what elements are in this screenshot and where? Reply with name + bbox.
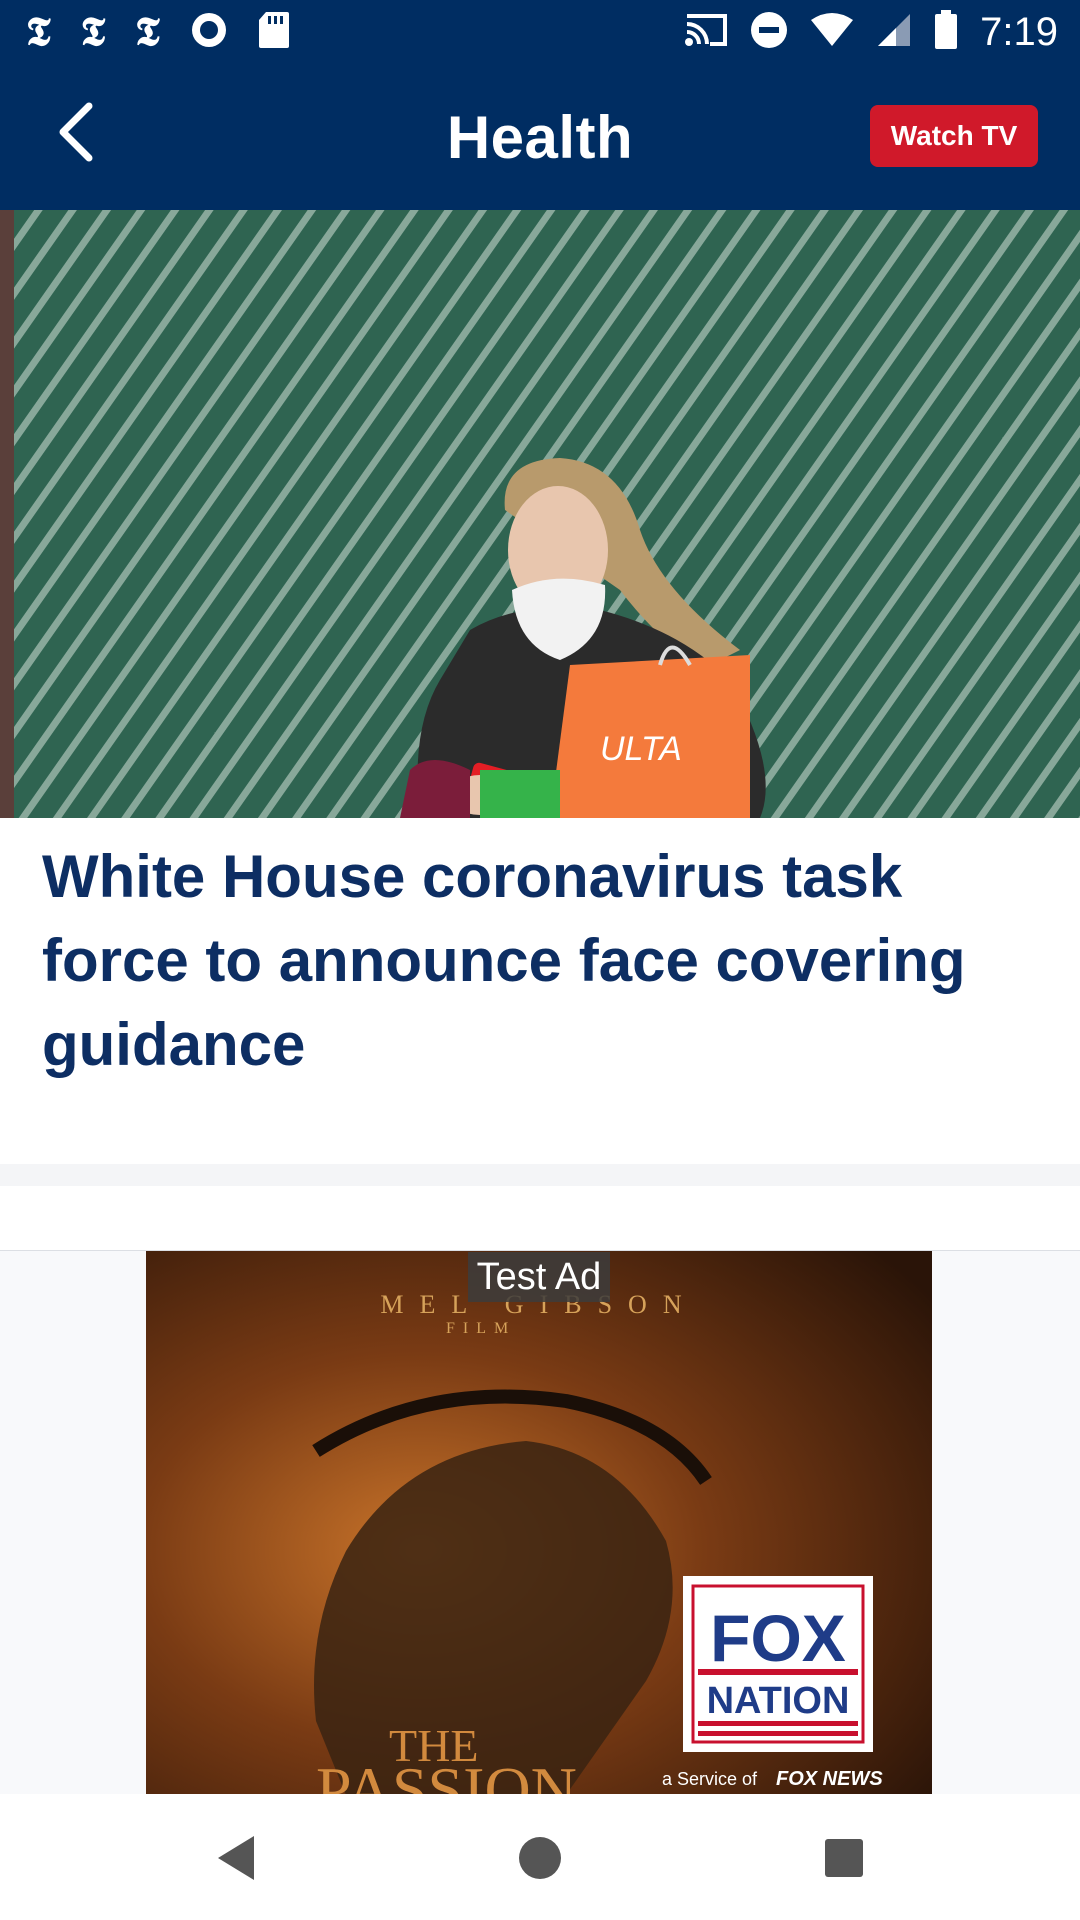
status-bar: 𝕿 𝕿 𝕿 7:19 (0, 0, 1080, 63)
fox-nation-badge-line2: NATION (707, 1680, 850, 1722)
battery-icon (934, 9, 958, 55)
sd-card-icon (258, 11, 290, 54)
test-ad-label: Test Ad (468, 1252, 610, 1302)
ad-film-title-line2: PASSION (316, 1754, 577, 1795)
system-navigation-bar (0, 1794, 1080, 1920)
cast-icon (684, 12, 728, 53)
ad-creative[interactable]: MEL GIBSON FILM THE PASSION FOX NATION a… (146, 1251, 932, 1795)
cellular-signal-icon (876, 12, 912, 53)
fox-nation-logo: FOX NATION (683, 1576, 873, 1752)
triangle-back-icon (218, 1836, 254, 1880)
clock: 7:19 (980, 9, 1058, 54)
nav-back-button[interactable] (206, 1830, 266, 1886)
ad-poster: MEL GIBSON FILM THE PASSION FOX NATION a… (146, 1251, 932, 1795)
app-bar: Health Watch TV (0, 63, 1080, 210)
nyt-icon: 𝕿 (26, 8, 51, 55)
ad-service-brand: FOX NEWS (776, 1768, 883, 1790)
fox-nation-badge-line1: FOX (710, 1601, 846, 1675)
ad-service-text: a Service of (662, 1769, 758, 1789)
nyt-icon: 𝕿 (135, 8, 160, 55)
ad-container: MEL GIBSON FILM THE PASSION FOX NATION a… (0, 1250, 1080, 1795)
ad-kicker-sub: FILM (446, 1320, 516, 1337)
radio-icon (190, 11, 228, 54)
watch-tv-button[interactable]: Watch TV (870, 105, 1038, 167)
nav-home-button[interactable] (510, 1830, 570, 1886)
do-not-disturb-icon (750, 11, 788, 54)
hero-photo: ULTA (0, 210, 1080, 818)
circle-home-icon (519, 1837, 561, 1879)
section-divider (0, 1164, 1080, 1186)
square-recents-icon (825, 1839, 863, 1877)
article-headline[interactable]: White House coronavirus task force to an… (42, 835, 1042, 1087)
svg-text:ULTA: ULTA (600, 730, 682, 768)
nav-recents-button[interactable] (814, 1830, 874, 1886)
nyt-icon: 𝕿 (80, 8, 106, 55)
wifi-icon (810, 12, 854, 53)
article-hero-image[interactable]: ULTA (0, 210, 1080, 818)
notification-icons: 𝕿 𝕿 𝕿 (26, 8, 290, 56)
system-icons: 7:19 (684, 8, 1058, 56)
